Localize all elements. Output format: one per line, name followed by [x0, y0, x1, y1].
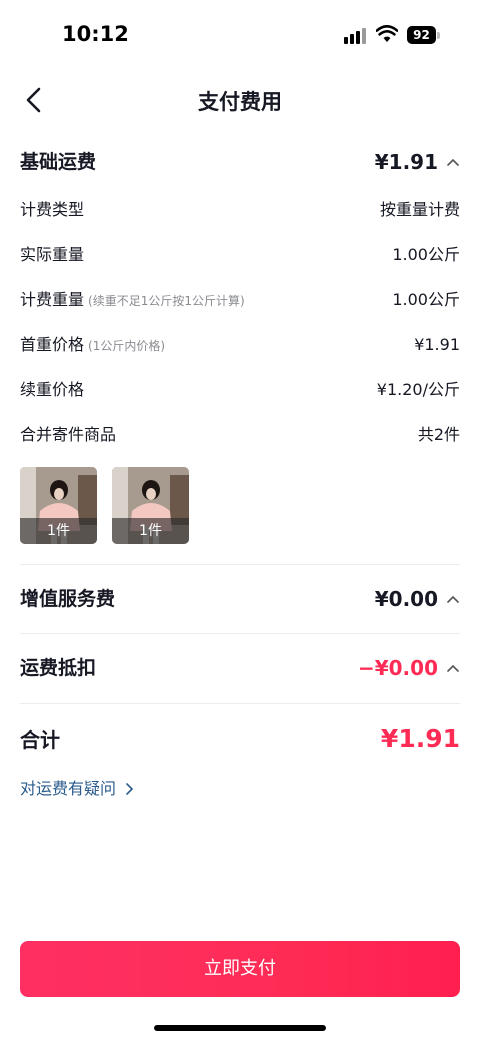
detail-row-actual-weight: 实际重量 1.00公斤	[20, 242, 460, 268]
item-quantity: 1件	[112, 518, 189, 544]
deduction-label: 运费抵扣	[20, 657, 97, 679]
detail-value: ¥1.91	[414, 335, 460, 354]
detail-label: 首重价格 (1公斤内价格)	[20, 335, 166, 354]
wifi-icon	[376, 25, 398, 42]
detail-hint: (1公斤内价格)	[88, 339, 166, 353]
home-indicator	[154, 1025, 326, 1031]
detail-row-extra-weight-price: 续重价格 ¥1.20/公斤	[20, 377, 460, 403]
detail-row-billed-weight: 计费重量 (续重不足1公斤按1公斤计算) 1.00公斤	[20, 287, 460, 313]
chevron-right-icon	[126, 783, 134, 795]
detail-label: 实际重量	[20, 245, 85, 264]
battery-cap	[437, 32, 440, 39]
value-added-label: 增值服务费	[20, 588, 116, 610]
divider	[20, 564, 460, 565]
detail-row-merged-items: 合并寄件商品 共2件	[20, 422, 460, 448]
detail-label: 计费重量 (续重不足1公斤按1公斤计算)	[20, 290, 245, 309]
freight-help-link[interactable]: 对运费有疑问	[20, 776, 134, 802]
detail-value: 1.00公斤	[392, 245, 460, 264]
detail-row-first-weight-price: 首重价格 (1公斤内价格) ¥1.91	[20, 332, 460, 358]
caret-up-icon[interactable]	[446, 592, 460, 606]
base-freight-amount: ¥1.91	[374, 150, 438, 174]
pay-now-button[interactable]: 立即支付	[20, 941, 460, 997]
detail-value: 按重量计费	[379, 200, 460, 219]
detail-row-billing-type: 计费类型 按重量计费	[20, 197, 460, 223]
divider	[20, 633, 460, 634]
freight-help-label: 对运费有疑问	[20, 779, 117, 798]
value-added-header[interactable]: 增值服务费 ¥0.00	[20, 584, 460, 614]
total-amount: ¥1.91	[380, 724, 460, 753]
deduction-header[interactable]: 运费抵扣 −¥0.00	[20, 653, 460, 683]
battery-icon: 92	[407, 26, 436, 44]
detail-hint: (续重不足1公斤按1公斤计算)	[88, 294, 245, 308]
detail-label: 计费类型	[20, 200, 85, 219]
product-thumbnail[interactable]: 1件	[20, 467, 97, 544]
total-label: 合计	[20, 728, 60, 752]
base-freight-label: 基础运费	[20, 151, 97, 173]
detail-label: 续重价格	[20, 380, 85, 399]
divider	[20, 703, 460, 704]
value-added-amount: ¥0.00	[374, 587, 438, 611]
deduction-amount: −¥0.00	[357, 656, 438, 680]
nav-bar: 支付费用	[0, 70, 480, 130]
detail-label: 合并寄件商品	[20, 425, 117, 444]
base-freight-header[interactable]: 基础运费 ¥1.91	[20, 147, 460, 177]
detail-value: 1.00公斤	[392, 290, 460, 309]
caret-up-icon[interactable]	[446, 661, 460, 675]
detail-value: 共2件	[417, 425, 460, 444]
status-bar: 10:12 92	[0, 0, 480, 70]
item-quantity: 1件	[20, 518, 97, 544]
signal-icon	[344, 28, 368, 44]
product-thumbnail[interactable]: 1件	[112, 467, 189, 544]
page-title: 支付费用	[198, 90, 282, 114]
detail-value: ¥1.20/公斤	[376, 380, 460, 399]
status-time: 10:12	[62, 22, 129, 46]
caret-up-icon[interactable]	[446, 155, 460, 169]
